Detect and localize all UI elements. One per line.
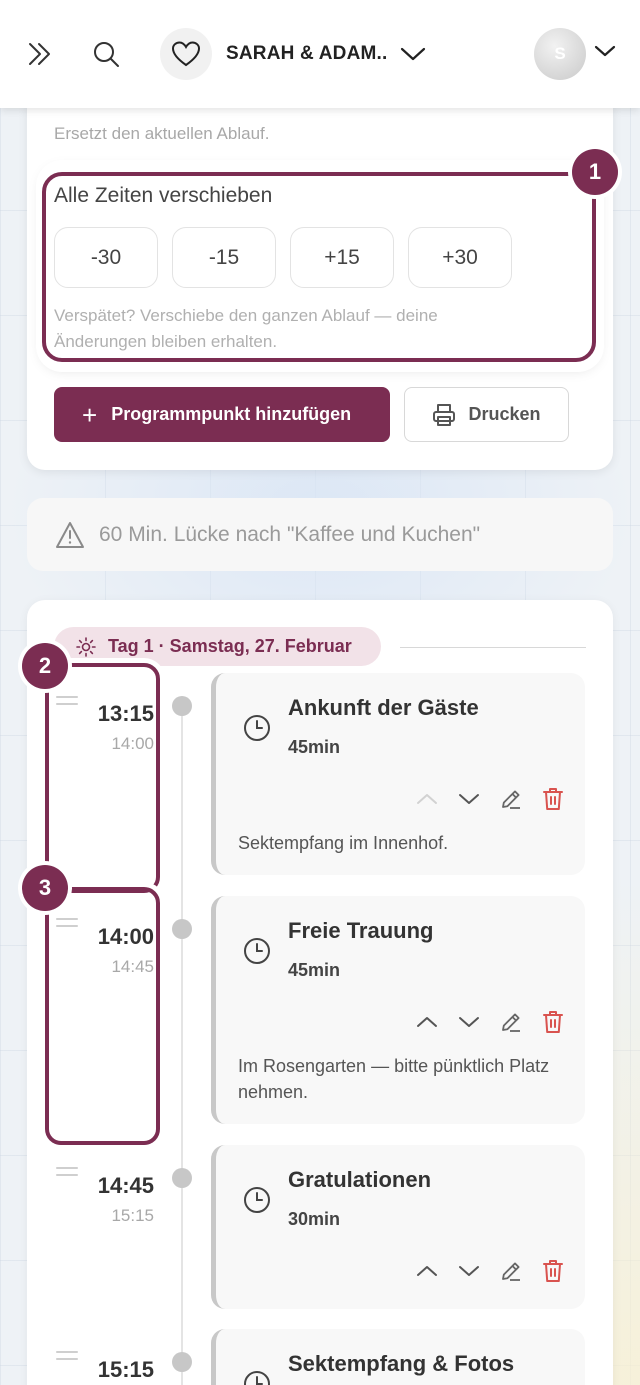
highlight-badge-3: 3 [22,865,68,911]
edit-icon [502,1013,520,1032]
edit-icon [502,1262,520,1281]
entry-end-time: 15:15 [111,1206,154,1225]
entry-title: Sektempfang & Fotos [288,1351,515,1376]
move-down-button[interactable] [448,785,490,813]
schedule-entry[interactable]: Gratulationen 30min [211,1145,585,1309]
highlight-frame-2 [45,663,160,893]
entry-title: Freie Trauung [288,918,434,943]
edit-button[interactable] [490,1008,532,1036]
clock-icon [242,1185,272,1220]
day-label: Tag 1 · Samstag, 27. Februar [108,636,352,656]
add-program-item-button[interactable]: + Programmpunkt hinzufügen [54,387,390,442]
day-header[interactable]: Tag 1 · Samstag, 27. Februar [54,627,381,666]
move-up-button[interactable] [406,1257,448,1285]
trash-icon [543,1260,563,1282]
drag-handle[interactable] [56,1351,78,1365]
printer-icon [433,403,456,426]
entry-start-time: 15:15 [97,1357,154,1382]
entry-duration: 45min [288,737,341,757]
chevron-down-icon [400,46,426,62]
move-up-button[interactable] [406,1008,448,1036]
timeline-dot [172,1352,192,1372]
entry-title: Gratulationen [288,1167,432,1192]
double-chevron-right-icon [29,43,50,65]
avatar[interactable]: S [534,28,586,80]
move-up-button[interactable] [406,785,448,813]
trash-icon [543,788,563,810]
entry-actions [406,1257,574,1285]
add-program-item-label: Programmpunkt hinzufügen [111,404,352,424]
search-icon [94,42,119,67]
gap-notice-text: 60 Min. Lücke nach "Kaffee und Kuchen" [99,522,481,546]
schedule-entry[interactable]: Ankunft der Gäste 45min Sektempfang im I… [211,673,585,875]
delete-button[interactable] [532,785,574,813]
move-down-button[interactable] [448,1257,490,1285]
gap-notice: 60 Min. Lücke nach "Kaffee und Kuchen" [27,498,613,571]
chevron-down-icon [459,794,479,804]
delete-button[interactable] [532,1257,574,1285]
trash-icon [543,1011,563,1033]
clock-icon [242,713,272,748]
highlight-frame-3 [45,887,160,1145]
chevron-up-icon [417,794,437,804]
highlight-badge-2: 2 [22,643,68,689]
entry-duration: 30min [288,1209,341,1229]
schedule-entry[interactable]: Sektempfang & Fotos [211,1329,585,1385]
entry-actions [406,1008,574,1036]
heart-icon [160,28,212,80]
schedule-entry[interactable]: Freie Trauung 45min Im Rosengarten — bit… [211,896,585,1124]
timeline-dot [172,696,192,716]
clock-icon [242,1369,272,1385]
event-name: SARAH & ADAM... [226,43,388,64]
chevron-down-icon [459,1017,479,1027]
plus-icon: + [82,399,98,430]
entry-duration: 45min [288,960,341,980]
entry-note: Sektempfang im Innenhof. [238,833,449,853]
entry-note: Im Rosengarten — bitte pünktlich Platz n… [238,1056,550,1102]
entry-title: Ankunft der Gäste [288,695,479,720]
event-switcher[interactable]: SARAH & ADAM... [160,28,440,80]
timeline-line [181,700,183,1385]
entry-actions [406,785,574,813]
clock-icon [242,936,272,971]
edit-icon [502,790,520,809]
print-button[interactable]: Drucken [404,387,569,442]
warning-icon [56,521,84,548]
chevron-down-icon [459,1266,479,1276]
highlight-badge-1: 1 [572,149,618,195]
edit-button[interactable] [490,785,532,813]
day-divider [400,647,586,648]
search-button[interactable] [88,36,124,72]
timeline-dot [172,1168,192,1188]
chevron-up-icon [417,1266,437,1276]
sun-icon [76,636,96,657]
delete-button[interactable] [532,1008,574,1036]
entry-start-time: 14:45 [97,1173,154,1198]
chevron-up-icon [417,1017,437,1027]
drag-handle[interactable] [56,1167,78,1181]
edit-button[interactable] [490,1257,532,1285]
account-menu-chevron-icon[interactable] [594,44,616,63]
expand-sidebar-button[interactable] [22,36,58,72]
move-down-button[interactable] [448,1008,490,1036]
print-label: Drucken [468,404,541,424]
highlight-frame-1 [42,172,596,362]
timeline-dot [172,919,192,939]
replace-note: Ersetzt den aktuellen Ablauf. [54,124,270,143]
app-header: SARAH & ADAM... S [0,0,640,108]
